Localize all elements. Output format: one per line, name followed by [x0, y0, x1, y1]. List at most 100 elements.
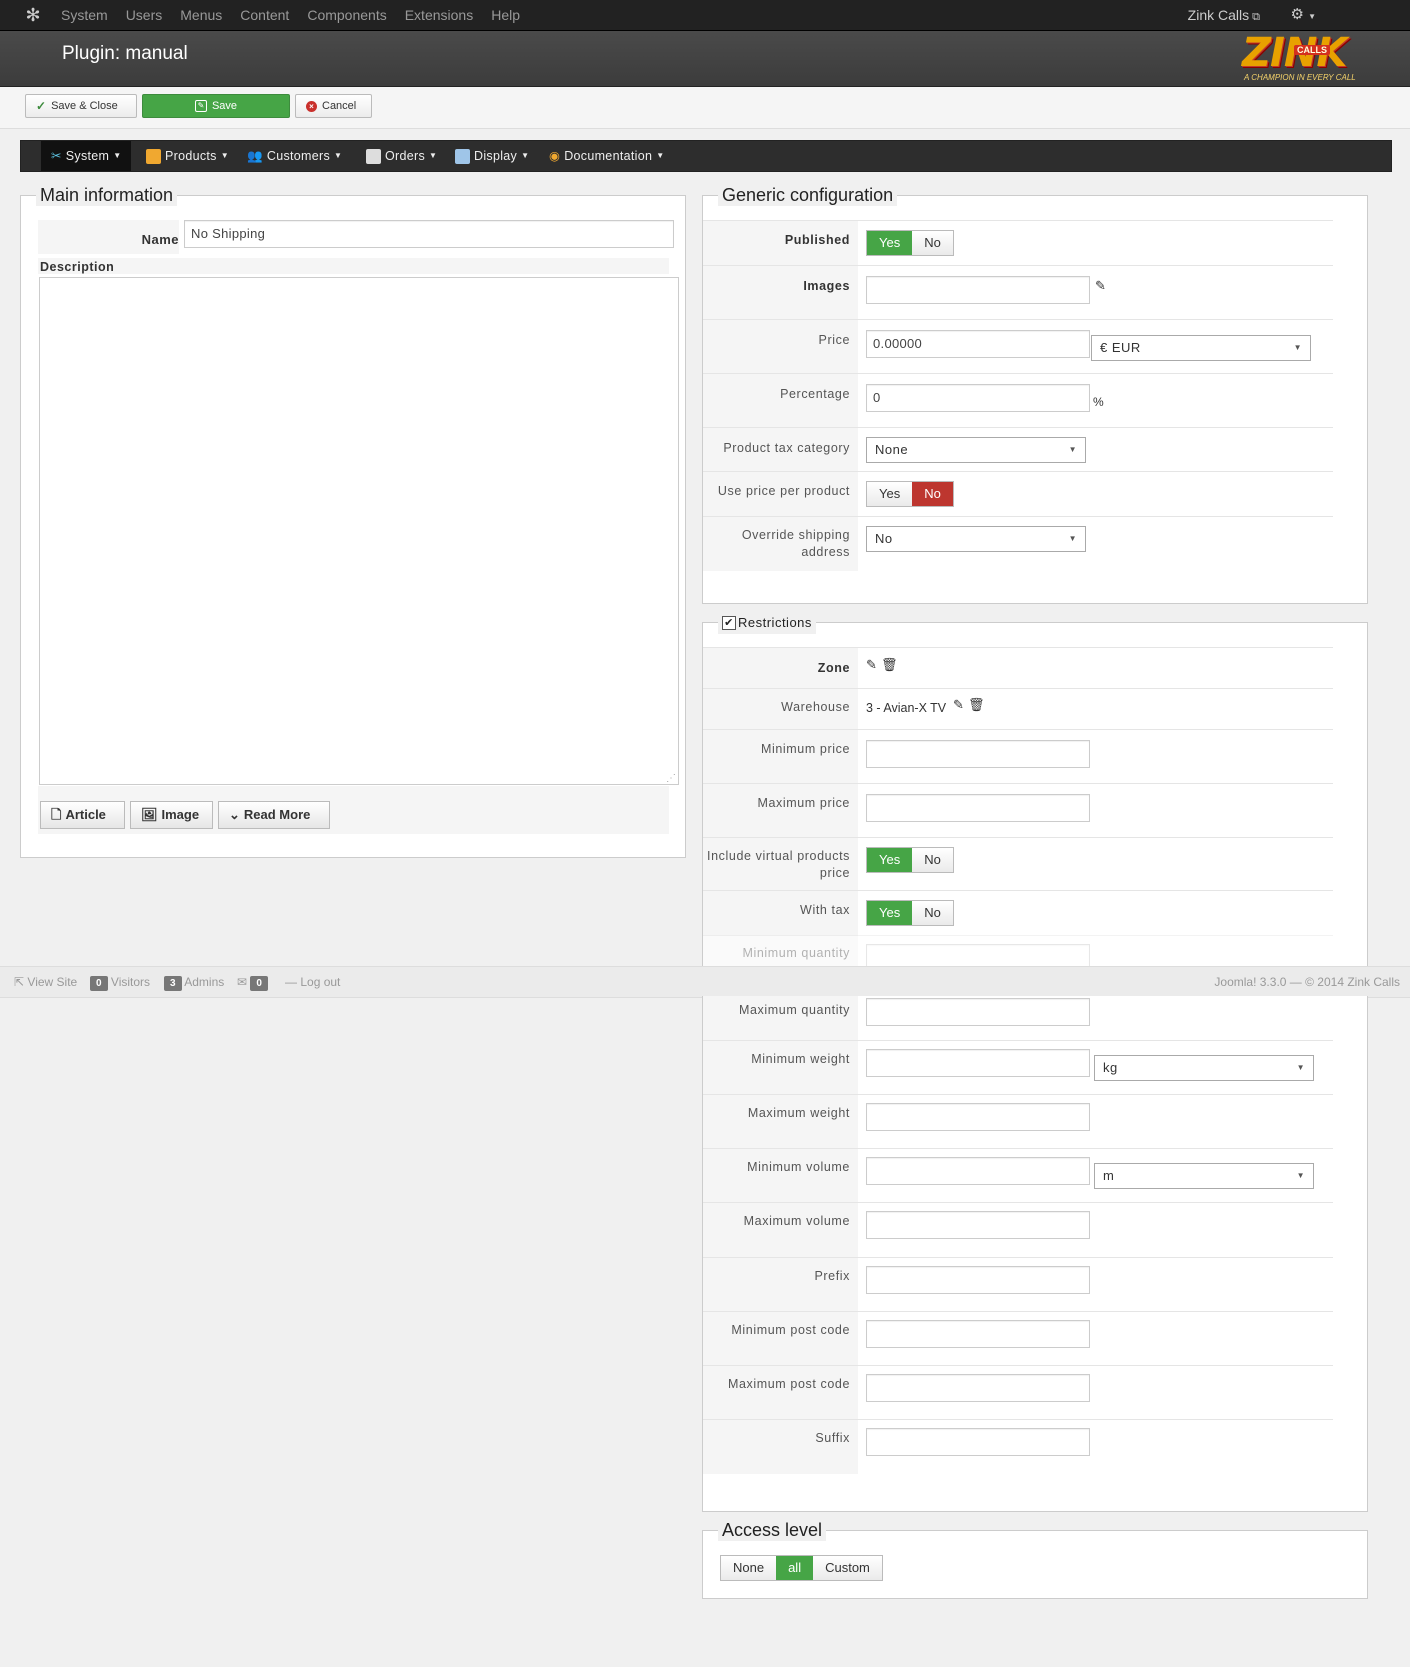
save-button[interactable]: ✎ Save	[142, 94, 290, 118]
tax-row: Product tax category None ▼	[703, 427, 1333, 472]
with-tax-no[interactable]: No	[912, 901, 953, 925]
images-input[interactable]	[866, 276, 1090, 304]
menu-system[interactable]: System	[52, 0, 117, 30]
min-postcode-input[interactable]	[866, 1320, 1090, 1348]
version-text: Joomla! 3.3.0 — © 2014 Zink Calls	[1214, 975, 1400, 989]
site-name: Zink Calls	[1187, 7, 1250, 23]
override-select[interactable]: No ▼	[866, 526, 1086, 552]
logout-link[interactable]: — Log out	[285, 967, 340, 997]
min-quantity-label: Minimum quantity	[703, 936, 858, 968]
read-more-button[interactable]: ⌄ Read More	[218, 801, 330, 829]
price-per-product-no[interactable]: No	[912, 482, 953, 506]
override-label: Override shipping address	[703, 517, 858, 571]
zone-label: Zone	[703, 648, 858, 689]
with-tax-toggle[interactable]: Yes No	[866, 900, 954, 926]
min-volume-input[interactable]	[866, 1157, 1090, 1185]
max-postcode-row: Maximum post code	[703, 1365, 1333, 1420]
include-virtual-toggle[interactable]: Yes No	[866, 847, 954, 873]
cancel-button[interactable]: × Cancel	[295, 94, 372, 118]
min-price-label: Minimum price	[703, 730, 858, 784]
brand-logo-badge: CALLS	[1294, 45, 1330, 55]
include-virtual-yes[interactable]: Yes	[867, 848, 913, 872]
prefix-input[interactable]	[866, 1266, 1090, 1294]
hika-menu-products[interactable]: Products ▼	[146, 141, 229, 171]
min-volume-label: Minimum volume	[703, 1149, 858, 1203]
include-virtual-no[interactable]: No	[912, 848, 953, 872]
published-no[interactable]: No	[912, 231, 953, 255]
min-price-input[interactable]	[866, 740, 1090, 768]
price-per-product-yes[interactable]: Yes	[867, 482, 913, 506]
published-row: Published Yes No	[703, 220, 1333, 266]
hika-menu-system[interactable]: ✂ System ▼	[41, 141, 132, 171]
view-site-link[interactable]: ⇱ View Site	[14, 967, 77, 997]
hika-menu-products-label: Products	[165, 149, 217, 163]
site-link[interactable]: Zink Calls ⧉	[1188, 0, 1260, 32]
menu-extensions[interactable]: Extensions	[396, 0, 482, 30]
pencil-icon[interactable]: ✎	[1095, 278, 1106, 294]
hikashop-menu: ✂ System ▼ Products ▼ 👥 Customers ▼ Orders ▼…	[20, 140, 1392, 172]
price-row: Price 0.00000 € EUR ▼	[703, 319, 1333, 374]
save-close-button[interactable]: ✓ Save & Close	[25, 94, 137, 118]
max-volume-input[interactable]	[866, 1211, 1090, 1239]
max-weight-row: Maximum weight	[703, 1094, 1333, 1149]
with-tax-row: With tax Yes No	[703, 890, 1333, 936]
volume-unit-select[interactable]: m ▼	[1094, 1163, 1314, 1189]
trash-icon[interactable]: 🗑	[968, 697, 985, 713]
max-weight-input[interactable]	[866, 1103, 1090, 1131]
access-level-toggle[interactable]: None all Custom	[720, 1555, 883, 1581]
menu-components[interactable]: Components	[298, 0, 395, 30]
access-none[interactable]: None	[721, 1556, 777, 1580]
suffix-input[interactable]	[866, 1428, 1090, 1456]
max-price-input[interactable]	[866, 794, 1090, 822]
logout-label: Log out	[300, 975, 341, 989]
hika-menu-documentation[interactable]: ◉ Documentation ▼	[549, 141, 664, 171]
min-quantity-input[interactable]	[866, 944, 1090, 968]
article-button[interactable]: 🗋 Article	[40, 801, 125, 829]
tax-label: Product tax category	[703, 428, 858, 472]
image-button[interactable]: 🖼 Image	[130, 801, 213, 829]
hika-menu-customers[interactable]: 👥 Customers ▼	[247, 141, 342, 171]
published-toggle[interactable]: Yes No	[866, 230, 954, 256]
menu-users[interactable]: Users	[117, 0, 172, 30]
admins-badge: 3	[164, 976, 182, 991]
image-icon: 🖼	[141, 807, 158, 822]
pencil-icon[interactable]: ✎	[953, 697, 964, 713]
images-row: Images ✎	[703, 265, 1333, 320]
max-postcode-input[interactable]	[866, 1374, 1090, 1402]
price-input[interactable]: 0.00000	[866, 330, 1090, 358]
access-custom[interactable]: Custom	[813, 1556, 882, 1580]
menu-content[interactable]: Content	[231, 0, 298, 30]
pencil-icon[interactable]: ✎	[866, 657, 877, 673]
weight-unit-select[interactable]: kg ▼	[1094, 1055, 1314, 1081]
visitors-status[interactable]: 0 Visitors	[90, 967, 150, 997]
access-all[interactable]: all	[776, 1556, 814, 1580]
currency-select[interactable]: € EUR ▼	[1091, 335, 1311, 361]
name-input[interactable]: No Shipping	[184, 220, 674, 248]
with-tax-yes[interactable]: Yes	[867, 901, 913, 925]
hika-menu-display[interactable]: Display ▼	[455, 141, 529, 171]
with-tax-label: With tax	[703, 891, 858, 936]
joomla-logo-icon[interactable]: ✻	[22, 5, 44, 25]
hika-menu-documentation-label: Documentation	[564, 149, 653, 163]
cancel-label: Cancel	[322, 100, 357, 112]
prefix-label: Prefix	[703, 1258, 858, 1312]
resize-handle-icon[interactable]: ⋰	[666, 773, 676, 784]
gear-icon[interactable]: ⚙ ▼	[1290, 0, 1316, 32]
messages-status[interactable]: ✉ 0	[237, 967, 268, 997]
trash-icon[interactable]: 🗑	[881, 657, 898, 673]
menu-help[interactable]: Help	[482, 0, 529, 30]
restrictions-legend[interactable]: ✔ Restrictions	[718, 612, 816, 634]
max-quantity-input[interactable]	[866, 998, 1090, 1026]
description-editor[interactable]	[39, 277, 679, 785]
published-yes[interactable]: Yes	[867, 231, 913, 255]
customers-icon: 👥	[247, 149, 263, 163]
admins-status[interactable]: 3 Admins	[164, 967, 224, 997]
max-price-label: Maximum price	[703, 784, 858, 838]
percentage-input[interactable]: 0	[866, 384, 1090, 412]
hika-menu-orders[interactable]: Orders ▼	[366, 141, 437, 171]
price-per-product-toggle[interactable]: Yes No	[866, 481, 954, 507]
restrictions-checkbox[interactable]: ✔	[722, 616, 736, 630]
menu-menus[interactable]: Menus	[171, 0, 231, 30]
min-weight-input[interactable]	[866, 1049, 1090, 1077]
tax-select[interactable]: None ▼	[866, 437, 1086, 463]
